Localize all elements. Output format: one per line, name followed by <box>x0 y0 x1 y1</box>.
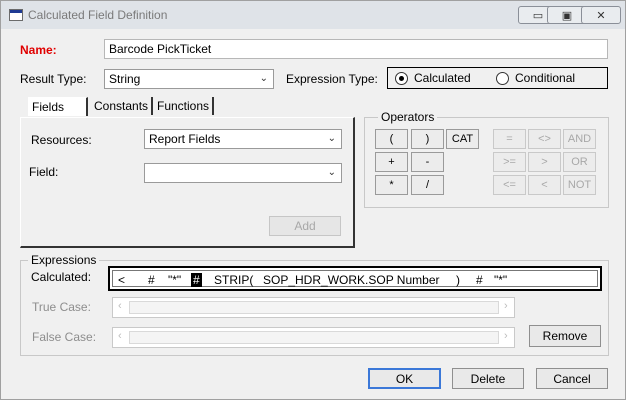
close-button[interactable]: ✕ <box>581 6 621 24</box>
expression-token[interactable]: # <box>148 273 155 287</box>
calculated-field-definition-window: Calculated Field Definition ▭ ▣ ✕ Name: … <box>0 0 626 400</box>
scroll-right-icon[interactable]: › <box>504 300 508 312</box>
op-or[interactable]: OR <box>563 152 596 172</box>
result-type-value: String <box>109 72 141 86</box>
title-bar[interactable]: Calculated Field Definition ▭ ▣ ✕ <box>1 1 625 29</box>
cancel-button[interactable]: Cancel <box>536 368 608 389</box>
chevron-down-icon: ⌄ <box>259 73 268 84</box>
field-label: Field: <box>29 165 59 179</box>
expression-token[interactable]: SOP_HDR_WORK.SOP Number <box>263 273 440 287</box>
name-label: Name: <box>20 43 57 57</box>
op-equals[interactable]: = <box>493 129 526 149</box>
op-not-equal[interactable]: <> <box>528 129 561 149</box>
radio-conditional-label[interactable]: Conditional <box>515 71 575 85</box>
expression-type-radio-group: Calculated Conditional <box>387 67 608 89</box>
op-minus[interactable]: - <box>411 152 444 172</box>
tab-constants[interactable]: Constants <box>91 97 154 115</box>
window-icon <box>9 9 23 21</box>
tab-fields-label: Fields <box>32 100 65 114</box>
close-icon: ✕ <box>596 9 606 22</box>
op-multiply[interactable]: * <box>375 175 408 195</box>
tab-fields[interactable]: Fields <box>28 97 88 116</box>
remove-button[interactable]: Remove <box>529 325 601 347</box>
expressions-group: Expressions Calculated: < # "*" # STRIP(… <box>20 253 609 356</box>
op-less-equal[interactable]: <= <box>493 175 526 195</box>
delete-button[interactable]: Delete <box>452 368 524 389</box>
expression-token[interactable]: "*" <box>168 273 181 287</box>
true-case-box[interactable]: ‹ › <box>112 297 515 318</box>
add-button[interactable]: Add <box>269 216 341 236</box>
fields-tab-panel: Resources: Report Fields ⌄ Field: ⌄ Add <box>20 117 355 248</box>
window-title: Calculated Field Definition <box>28 8 168 22</box>
false-case-box[interactable]: ‹ › <box>112 327 515 348</box>
op-divide[interactable]: / <box>411 175 444 195</box>
scroll-right-icon[interactable]: › <box>504 330 508 342</box>
op-greater-equal[interactable]: >= <box>493 152 526 172</box>
op-greater[interactable]: > <box>528 152 561 172</box>
radio-calculated-label[interactable]: Calculated <box>414 71 471 85</box>
expression-scroll-left[interactable]: < <box>118 273 125 287</box>
expression-token-selected[interactable]: # <box>191 273 202 287</box>
tab-functions-label: Functions <box>157 99 210 113</box>
radio-calculated[interactable] <box>395 72 408 85</box>
maximize-icon: ▣ <box>561 9 573 22</box>
true-case-track[interactable] <box>129 301 499 314</box>
false-case-track[interactable] <box>129 331 499 344</box>
operators-group: Operators ( ) CAT = <> AND + - >= > OR *… <box>364 110 609 208</box>
radio-conditional[interactable] <box>496 72 509 85</box>
op-cat[interactable]: CAT <box>446 129 479 149</box>
ok-button[interactable]: OK <box>368 368 441 389</box>
op-less[interactable]: < <box>528 175 561 195</box>
op-not[interactable]: NOT <box>563 175 596 195</box>
op-plus[interactable]: + <box>375 152 408 172</box>
op-open-paren[interactable]: ( <box>375 129 408 149</box>
resources-value: Report Fields <box>149 132 221 146</box>
minimize-icon: ▭ <box>532 9 544 22</box>
field-select[interactable]: ⌄ <box>144 163 342 183</box>
expression-token[interactable]: STRIP( <box>214 273 253 287</box>
name-input[interactable]: Barcode PickTicket <box>104 39 608 59</box>
result-type-label: Result Type: <box>20 72 87 86</box>
op-close-paren[interactable]: ) <box>411 129 444 149</box>
operators-title: Operators <box>378 110 438 124</box>
expressions-title: Expressions <box>28 253 100 267</box>
expression-token[interactable]: "*" <box>494 273 507 287</box>
scroll-left-icon[interactable]: ‹ <box>118 330 122 342</box>
expression-token[interactable]: # <box>476 273 483 287</box>
false-case-label: False Case: <box>32 330 97 344</box>
tab-functions[interactable]: Functions <box>154 97 215 115</box>
result-type-select[interactable]: String ⌄ <box>104 69 274 89</box>
op-and[interactable]: AND <box>563 129 596 149</box>
chevron-down-icon: ⌄ <box>327 133 336 144</box>
chevron-down-icon: ⌄ <box>327 167 336 178</box>
resources-select[interactable]: Report Fields ⌄ <box>144 129 342 149</box>
expression-type-label: Expression Type: <box>286 72 378 86</box>
calculated-label: Calculated: <box>31 270 92 284</box>
expression-token[interactable]: ) <box>456 273 460 287</box>
resources-label: Resources: <box>31 133 92 147</box>
tab-constants-label: Constants <box>94 99 149 113</box>
true-case-label: True Case: <box>32 300 91 314</box>
calculated-expression-box[interactable]: < # "*" # STRIP( SOP_HDR_WORK.SOP Number… <box>108 266 602 291</box>
scroll-left-icon[interactable]: ‹ <box>118 300 122 312</box>
